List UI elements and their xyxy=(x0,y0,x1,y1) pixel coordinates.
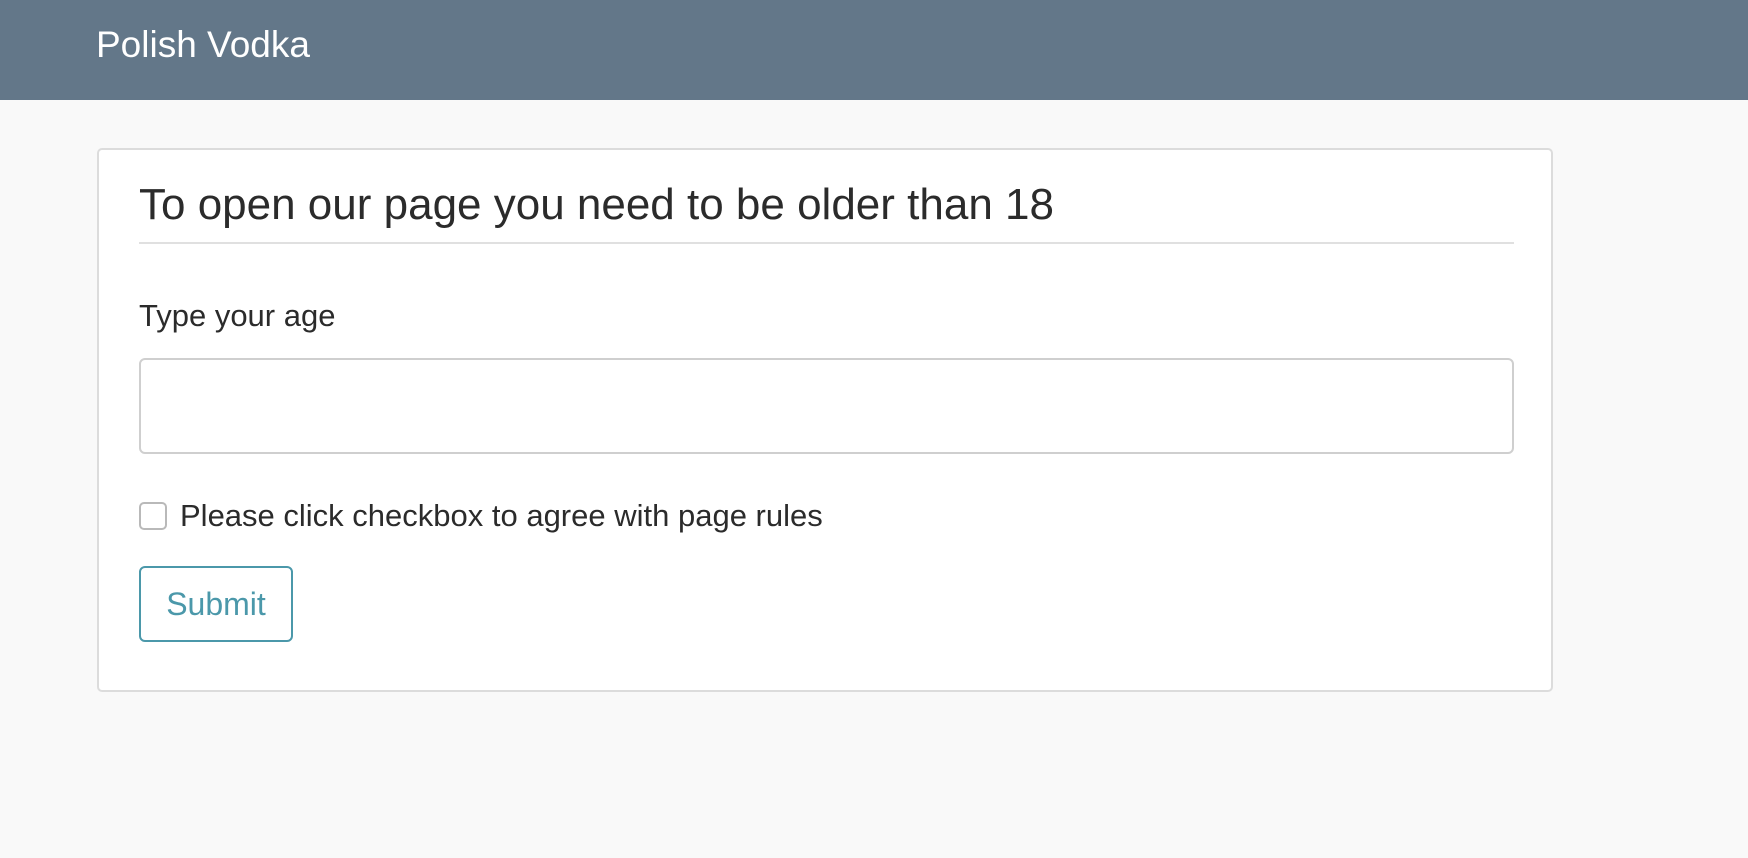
submit-button[interactable]: Submit xyxy=(139,566,293,642)
age-label: Type your age xyxy=(139,298,336,333)
age-input[interactable] xyxy=(139,358,1514,454)
brand-link[interactable]: Polish Vodka xyxy=(96,22,310,68)
age-verification-card: To open our page you need to be older th… xyxy=(97,148,1553,692)
agree-checkbox-label[interactable]: Please click checkbox to agree with page… xyxy=(180,496,823,536)
agree-checkbox[interactable] xyxy=(139,502,167,530)
card-title: To open our page you need to be older th… xyxy=(139,180,1054,229)
top-navbar: Polish Vodka xyxy=(0,0,1748,100)
title-divider xyxy=(139,242,1514,244)
agree-checkbox-row: Please click checkbox to agree with page… xyxy=(139,494,823,538)
